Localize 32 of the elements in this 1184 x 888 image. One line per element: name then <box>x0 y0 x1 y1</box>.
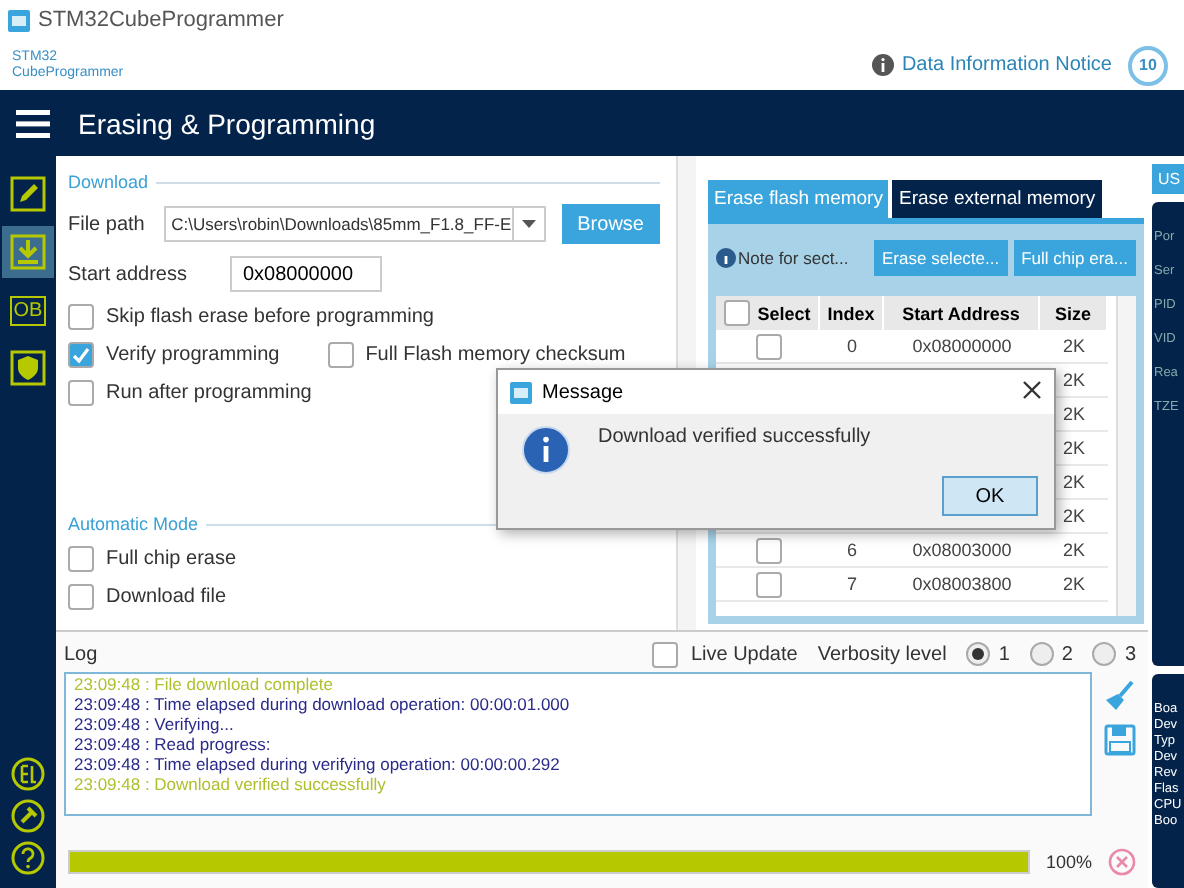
page-title: Erasing & Programming <box>78 107 376 139</box>
log-line: 23:09:48 : Verifying... <box>74 714 236 734</box>
log-line: 23:09:48 : Time elapsed during download operation: 00:00:01.000 <box>74 694 572 714</box>
progress-reading: 100% <box>1045 852 1092 872</box>
dialog-message: Download verified successfully <box>598 426 871 448</box>
table-cell: 0x08003000 <box>884 534 1040 568</box>
table-cell: 0x08000000 <box>884 330 1040 364</box>
table-cell: 0x08003800 <box>884 568 1040 602</box>
table-cell: 2K <box>1040 330 1108 364</box>
log-line: 23:09:48 : Read progress: <box>74 734 273 754</box>
column-header: Start Address <box>884 296 1040 330</box>
log-line: 23:09:48 : Download verified successfully <box>74 774 388 794</box>
table-cell: 0 <box>820 330 884 364</box>
log-title: Log <box>64 643 98 665</box>
section-title: Automatic Mode <box>68 514 199 534</box>
log-line: 23:09:48 : Time elapsed during verifying operation: 00:00:00.292 <box>74 754 562 774</box>
log-line: 23:09:48 : File download complete <box>74 674 335 694</box>
column-header: Select <box>716 296 820 330</box>
table-cell: 7 <box>820 568 884 602</box>
verbosity-label: Verbosity level <box>817 643 947 665</box>
dialog-title: Message <box>542 381 624 403</box>
table-cell: 2K <box>1040 568 1108 602</box>
anniversary-badge: 10 <box>1128 45 1168 85</box>
column-header: Index <box>820 296 884 330</box>
field-label: Start address <box>68 263 187 285</box>
table-cell: 2K <box>1040 534 1108 568</box>
window-title: STM32CubeProgrammer <box>38 8 284 32</box>
field-label: File path <box>68 213 147 235</box>
section-title: Download <box>68 172 149 192</box>
column-header: Size <box>1040 296 1108 330</box>
note-text: Note for sect... <box>716 248 869 268</box>
table-cell: 6 <box>820 534 884 568</box>
